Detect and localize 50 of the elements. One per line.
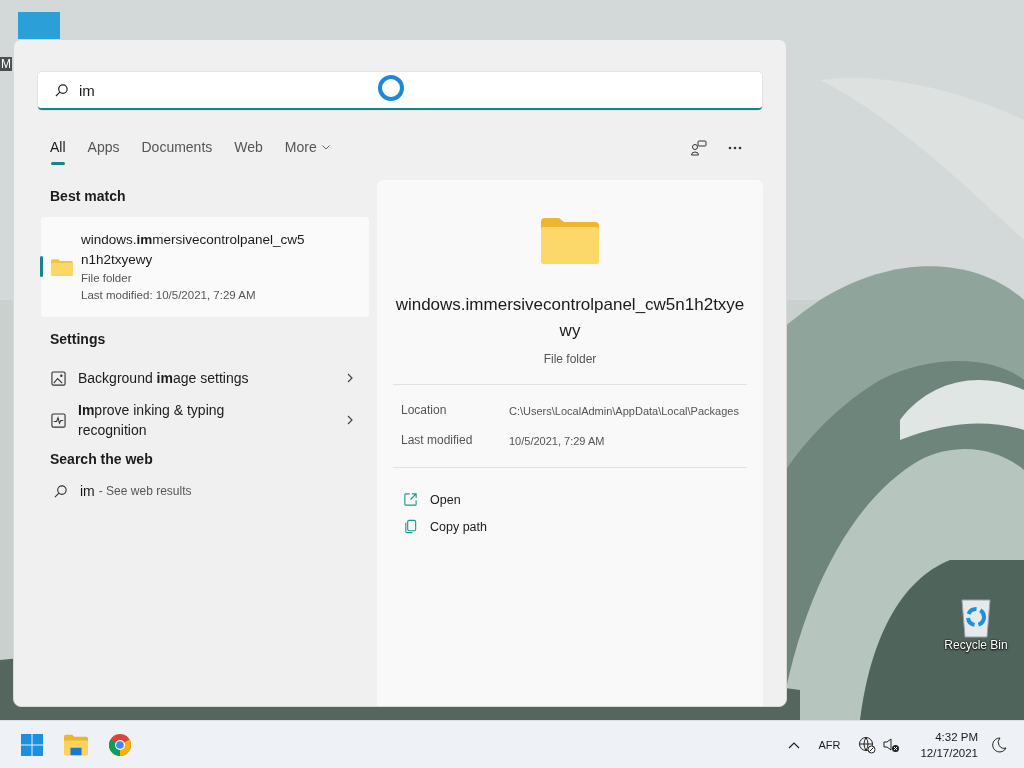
result-modified: Last modified: 10/5/2021, 7:29 AM bbox=[81, 288, 257, 303]
external-link-icon bbox=[403, 492, 418, 507]
desktop-icon-label[interactable]: M bbox=[0, 57, 12, 71]
speaker-muted-icon[interactable] bbox=[882, 735, 901, 754]
desktop-icon-label[interactable]: Recycle Bin bbox=[944, 638, 1008, 652]
preview-action[interactable]: Open bbox=[393, 486, 471, 513]
clock-time[interactable]: 4:32 PM bbox=[935, 728, 978, 745]
web-query: im bbox=[80, 483, 95, 499]
chevron-up-icon[interactable] bbox=[788, 740, 801, 749]
section-heading: Search the web bbox=[50, 451, 154, 467]
property-value: C:\Users\LocalAdmin\AppData\Local\Packages bbox=[509, 404, 739, 419]
image-icon bbox=[51, 370, 66, 386]
folder-icon[interactable] bbox=[64, 732, 88, 757]
filter-tab[interactable]: More bbox=[284, 133, 330, 163]
clock-date[interactable]: 12/17/2021 bbox=[920, 744, 978, 761]
copy-icon bbox=[403, 519, 418, 534]
web-result[interactable]: im - See web results bbox=[41, 483, 369, 499]
property-value: 10/5/2021, 7:29 AM bbox=[509, 434, 606, 449]
chevron-right-icon bbox=[347, 373, 353, 383]
result-type: File folder bbox=[81, 271, 133, 286]
best-match-item[interactable]: windows.immersivecontrolpanel_cw5n1h2txyewy File folder Last modified: 10/5/2021, 7:29 AM bbox=[41, 217, 369, 317]
filter-tab[interactable]: Apps bbox=[87, 133, 120, 163]
chevron-right-icon bbox=[347, 415, 353, 425]
filter-tab[interactable]: All bbox=[50, 133, 66, 163]
browser-icon[interactable] bbox=[108, 732, 132, 757]
section-heading: Settings bbox=[50, 331, 107, 347]
search-icon bbox=[54, 82, 69, 98]
preview-title: windows.immersivecontrolpanel_cw5n1h2txyewy bbox=[394, 294, 746, 342]
filter-tab[interactable]: Web bbox=[234, 133, 263, 163]
globe-icon[interactable] bbox=[858, 735, 877, 754]
web-hint: - See web results bbox=[98, 484, 192, 498]
people-chat-icon[interactable] bbox=[690, 139, 708, 157]
settings-result[interactable]: Background image settings bbox=[41, 357, 369, 399]
property-label: Location bbox=[401, 403, 448, 419]
moon-icon[interactable] bbox=[990, 735, 1008, 754]
waveform-icon bbox=[51, 412, 66, 428]
folder-icon bbox=[51, 258, 73, 276]
property-label: Last modified bbox=[401, 433, 474, 449]
filter-tab[interactable]: Documents bbox=[141, 133, 213, 163]
section-heading: Best match bbox=[50, 188, 127, 204]
search-field[interactable]: im bbox=[79, 81, 319, 99]
preview-type: File folder bbox=[543, 352, 597, 366]
recycle-bin-icon[interactable] bbox=[959, 598, 993, 638]
preview-action[interactable]: Copy path bbox=[393, 513, 497, 540]
result-title: windows.immersivecontrolpanel_cw5n1h2txyewy bbox=[81, 231, 306, 269]
language-indicator[interactable]: AFR bbox=[818, 738, 841, 751]
start-icon[interactable] bbox=[20, 732, 44, 757]
settings-result[interactable]: Improve inking & typing recognition bbox=[41, 399, 369, 441]
search-icon bbox=[53, 483, 68, 499]
folder-icon bbox=[541, 218, 599, 264]
